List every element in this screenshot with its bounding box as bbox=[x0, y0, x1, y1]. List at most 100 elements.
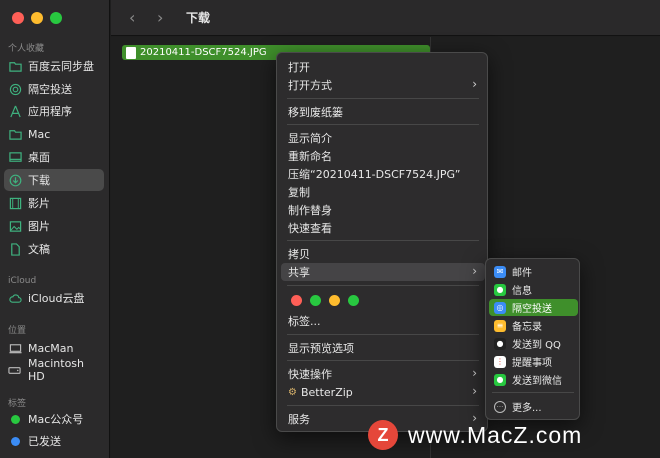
menu-separator bbox=[492, 392, 574, 393]
window-title: 下载 bbox=[186, 11, 211, 25]
sidebar-item-label: 下载 bbox=[28, 174, 50, 187]
sidebar-item-mac[interactable]: Mac bbox=[4, 123, 104, 145]
sidebar-item-downloads[interactable]: 下载 bbox=[4, 169, 104, 191]
chevron-right-icon: › bbox=[472, 77, 477, 91]
share-mail[interactable]: ✉ 邮件 bbox=[489, 263, 578, 280]
sidebar-item-desktop[interactable]: 桌面 bbox=[4, 146, 104, 168]
sidebar-item-movies[interactable]: 影片 bbox=[4, 192, 104, 214]
menu-item-open-with[interactable]: 打开方式 › bbox=[281, 76, 485, 94]
folder-icon bbox=[8, 127, 22, 141]
menu-item-share[interactable]: 共享 › bbox=[281, 263, 485, 281]
menu-separator bbox=[287, 98, 479, 99]
menu-separator bbox=[287, 360, 479, 361]
menu-item-label: 显示简介 bbox=[288, 132, 332, 145]
desktop-icon bbox=[8, 150, 22, 164]
share-reminders[interactable]: ⋮ 提醒事项 bbox=[489, 353, 578, 370]
sidebar-item-label: Mac bbox=[28, 127, 51, 141]
mail-icon: ✉ bbox=[494, 265, 506, 278]
menu-item-open[interactable]: 打开 bbox=[281, 58, 485, 76]
back-button[interactable]: ‹ bbox=[129, 8, 135, 27]
chevron-right-icon: › bbox=[472, 384, 477, 398]
file-name: 20210411-DSCF7524.JPG bbox=[140, 47, 267, 58]
sidebar-item-label: MacMan bbox=[28, 341, 74, 355]
menu-item-make-alias[interactable]: 制作替身 bbox=[281, 201, 485, 219]
sidebar-item-applications[interactable]: 应用程序 bbox=[4, 100, 104, 122]
menu-item-duplicate[interactable]: 复制 bbox=[281, 183, 485, 201]
menu-item-move-to-trash[interactable]: 移到废纸篓 bbox=[281, 103, 485, 121]
close-window-button[interactable] bbox=[12, 12, 24, 24]
watermark-text: www.MacZ.com bbox=[408, 421, 583, 448]
submenu-item-label: 更多... bbox=[512, 403, 542, 414]
sidebar-item-baidu[interactable]: 百度云同步盘 bbox=[4, 55, 104, 77]
submenu-item-label: 邮件 bbox=[512, 268, 532, 279]
sidebar-item-documents[interactable]: 文稿 bbox=[4, 238, 104, 260]
reminders-icon: ⋮ bbox=[494, 355, 506, 368]
window-controls bbox=[12, 12, 62, 24]
tag-green-button[interactable] bbox=[310, 295, 321, 306]
submenu-item-label: 提醒事项 bbox=[512, 358, 552, 369]
tag-color-dot-icon bbox=[8, 434, 22, 448]
submenu-item-label: 隔空投送 bbox=[512, 304, 552, 315]
sidebar-item-macman[interactable]: MacMan bbox=[4, 337, 104, 359]
qq-icon: ● bbox=[494, 337, 506, 350]
sidebar-item-macintosh-hd[interactable]: Macintosh HD bbox=[4, 357, 104, 383]
zoom-window-button[interactable] bbox=[50, 12, 62, 24]
menu-item-label: 重新命名 bbox=[288, 150, 332, 163]
menu-item-copy[interactable]: 拷贝 bbox=[281, 245, 485, 263]
folder-icon bbox=[8, 59, 22, 73]
watermark: Z www.MacZ.com bbox=[368, 420, 582, 450]
menu-separator bbox=[287, 334, 479, 335]
share-more[interactable]: ··· 更多... bbox=[489, 398, 578, 415]
menu-item-quick-actions[interactable]: 快速操作 › bbox=[281, 365, 485, 383]
favorites-section-title: 个人收藏 bbox=[8, 44, 45, 54]
menu-item-label: 快速操作 bbox=[288, 368, 332, 381]
share-wechat[interactable]: ● 发送到微信 bbox=[489, 371, 578, 388]
disk-icon bbox=[8, 363, 22, 377]
sidebar-item-label: 桌面 bbox=[28, 151, 50, 164]
sidebar-item-label: 文稿 bbox=[28, 243, 50, 256]
share-qq[interactable]: ● 发送到 QQ bbox=[489, 335, 578, 352]
menu-item-label: 制作替身 bbox=[288, 204, 332, 217]
menu-separator bbox=[287, 285, 479, 286]
sidebar-tag-mac-gongzhonghao[interactable]: Mac公众号 bbox=[4, 408, 104, 430]
menu-item-label: 显示预览选项 bbox=[288, 342, 354, 355]
menu-item-show-preview-options[interactable]: 显示预览选项 bbox=[281, 339, 485, 357]
betterzip-icon: ⚙ bbox=[288, 386, 297, 398]
sidebar-item-icloud-drive[interactable]: iCloud云盘 bbox=[4, 287, 104, 309]
icloud-section-title: iCloud bbox=[8, 276, 37, 286]
tag-green-button[interactable] bbox=[348, 295, 359, 306]
submenu-item-label: 发送到微信 bbox=[512, 376, 562, 387]
sidebar-item-label: 图片 bbox=[28, 220, 50, 233]
share-notes[interactable]: ≡ 备忘录 bbox=[489, 317, 578, 334]
menu-item-tags[interactable]: 标签... bbox=[281, 312, 485, 330]
tag-color-picker bbox=[291, 295, 359, 306]
share-airdrop[interactable]: ◎ 隔空投送 bbox=[489, 299, 578, 316]
share-messages[interactable]: ● 信息 bbox=[489, 281, 578, 298]
wechat-icon: ● bbox=[494, 373, 506, 386]
sidebar: 个人收藏 百度云同步盘 隔空投送 应用程序 Mac 桌面 下载 影片 图片 文稿… bbox=[0, 0, 110, 458]
downloads-icon bbox=[8, 173, 22, 187]
sidebar-item-airdrop[interactable]: 隔空投送 bbox=[4, 78, 104, 100]
menu-item-label: 移到废纸篓 bbox=[288, 106, 343, 119]
sidebar-item-label: 已发送 bbox=[28, 435, 61, 448]
menu-item-rename[interactable]: 重新命名 bbox=[281, 147, 485, 165]
menu-item-quick-look[interactable]: 快速查看 bbox=[281, 219, 485, 237]
tag-red-button[interactable] bbox=[291, 295, 302, 306]
sidebar-item-pictures[interactable]: 图片 bbox=[4, 215, 104, 237]
sidebar-item-label: 隔空投送 bbox=[28, 83, 72, 96]
menu-item-compress[interactable]: 压缩“20210411-DSCF7524.JPG” bbox=[281, 165, 485, 183]
menu-item-betterzip[interactable]: ⚙ BetterZip › bbox=[281, 383, 485, 401]
image-file-icon bbox=[126, 46, 136, 59]
minimize-window-button[interactable] bbox=[31, 12, 43, 24]
menu-item-label: 共享 bbox=[288, 266, 310, 279]
sidebar-tag-sent[interactable]: 已发送 bbox=[4, 430, 104, 452]
menu-separator bbox=[287, 405, 479, 406]
share-submenu: ✉ 邮件 ● 信息 ◎ 隔空投送 ≡ 备忘录 ● 发送到 QQ ⋮ 提醒事项 ● 发送到微信 … bbox=[485, 258, 580, 420]
forward-button[interactable]: › bbox=[157, 8, 163, 27]
menu-item-label: 标签... bbox=[288, 315, 321, 328]
cloud-icon bbox=[8, 291, 22, 305]
tag-yellow-button[interactable] bbox=[329, 295, 340, 306]
macz-logo-icon: Z bbox=[368, 420, 398, 450]
menu-item-get-info[interactable]: 显示简介 bbox=[281, 129, 485, 147]
submenu-item-label: 发送到 QQ bbox=[512, 340, 561, 351]
